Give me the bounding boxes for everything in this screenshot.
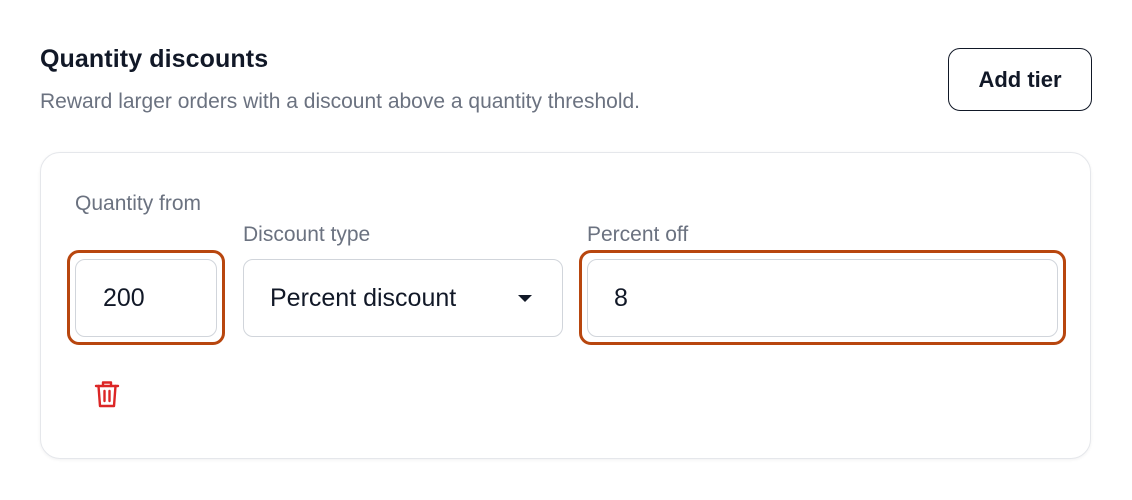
discount-type-label: Discount type [243,223,371,246]
section-description: Reward larger orders with a discount abo… [40,90,640,113]
discount-tier-card: Quantity from Discount type Percent off … [40,152,1091,459]
quantity-from-label: Quantity from [75,192,202,215]
quantity-from-input[interactable]: 200 [75,259,217,337]
percent-off-value: 8 [614,283,628,312]
trash-icon [94,381,120,408]
section-title: Quantity discounts [40,45,269,73]
chevron-down-icon [518,294,532,302]
quantity-discounts-panel: Quantity discounts Reward larger orders … [0,0,1132,500]
add-tier-button[interactable]: Add tier [948,48,1092,111]
quantity-from-value: 200 [103,283,145,312]
discount-type-select[interactable]: Percent discount [243,259,563,337]
discount-type-value: Percent discount [270,283,457,312]
delete-tier-button[interactable] [93,379,121,409]
percent-off-input[interactable]: 8 [587,259,1058,337]
percent-off-label: Percent off [587,223,689,246]
